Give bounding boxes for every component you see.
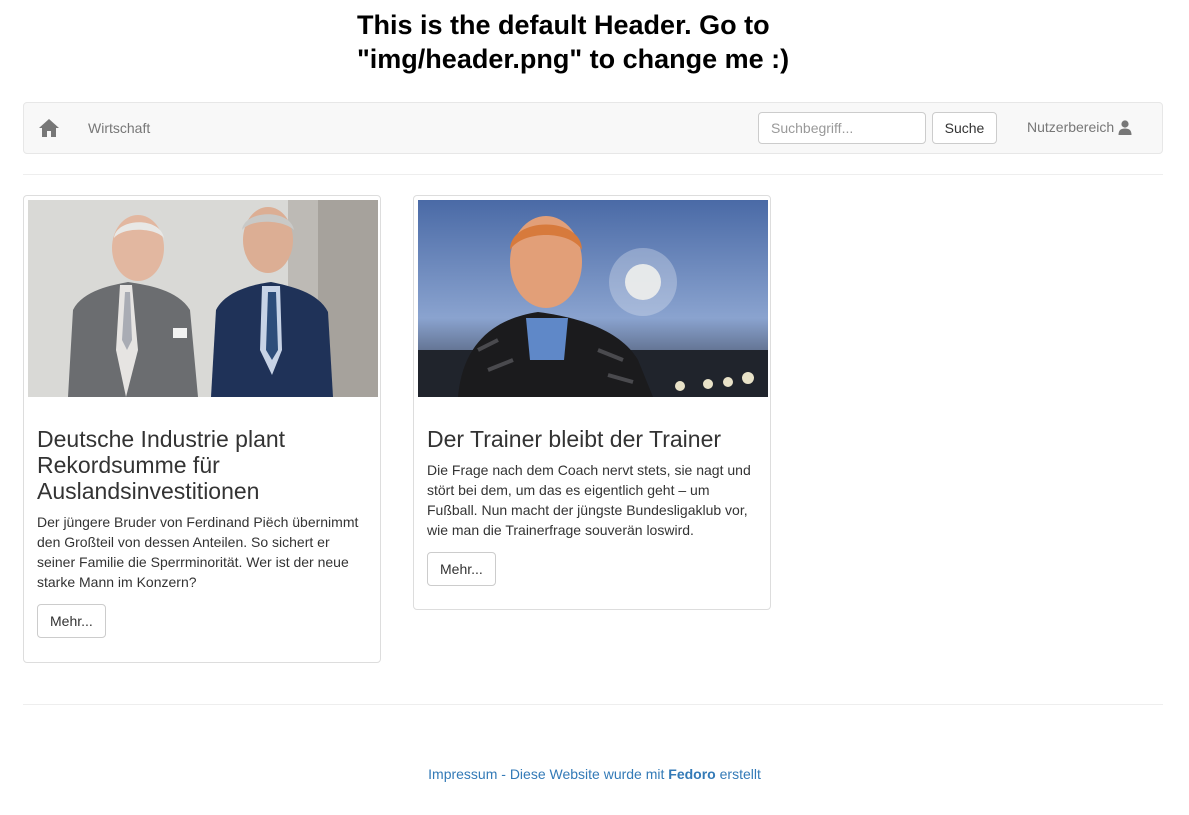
article-text: Der jüngere Bruder von Ferdinand Piëch ü… — [37, 514, 359, 590]
home-icon[interactable] — [38, 118, 60, 138]
header-text-line-2: "img/header.png" to change me :) — [357, 44, 790, 74]
article-title: Deutsche Industrie plant Rekordsumme für… — [37, 426, 286, 504]
header-text-line-1: This is the default Header. Go to — [357, 10, 770, 40]
fedoro-link[interactable]: Fedoro — [668, 766, 715, 782]
divider-top — [23, 174, 1163, 175]
footer-text: - Diese Website wurde mit — [497, 766, 669, 782]
divider-bottom — [23, 704, 1163, 705]
site-header: This is the default Header. Go to "img/h… — [0, 8, 1189, 80]
footer: Impressum - Diese Website wurde mit Fedo… — [0, 766, 1189, 782]
article-image[interactable] — [28, 200, 378, 397]
article-card: Deutsche Industrie plant Rekordsumme für… — [23, 195, 381, 663]
article-title: Der Trainer bleibt der Trainer — [427, 426, 722, 452]
search-button[interactable]: Suche — [932, 112, 997, 144]
article-caption: Deutsche Industrie plant Rekordsumme für… — [37, 426, 371, 638]
user-icon — [1118, 119, 1132, 135]
nav-link-wirtschaft[interactable]: Wirtschaft — [88, 120, 150, 136]
article-caption: Der Trainer bleibt der Trainer Die Frage… — [427, 426, 761, 586]
impressum-link[interactable]: Impressum — [428, 766, 497, 782]
footer-suffix: erstellt — [715, 766, 761, 782]
navbar: Wirtschaft Suche Nutzerbereich — [23, 102, 1163, 154]
page: This is the default Header. Go to "img/h… — [0, 0, 1189, 815]
article-text: Die Frage nach dem Coach nervt stets, si… — [427, 462, 751, 538]
more-button[interactable]: Mehr... — [427, 552, 496, 586]
article-image[interactable] — [418, 200, 768, 397]
search-input[interactable] — [758, 112, 926, 144]
user-area-label: Nutzerbereich — [1027, 119, 1115, 135]
user-area-link[interactable]: Nutzerbereich — [1027, 119, 1132, 135]
more-button[interactable]: Mehr... — [37, 604, 106, 638]
article-card: Der Trainer bleibt der Trainer Die Frage… — [413, 195, 771, 610]
